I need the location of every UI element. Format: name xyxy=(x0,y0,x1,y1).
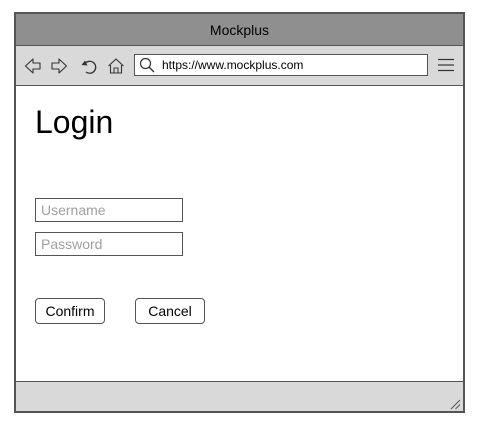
page-content: Login Confirm Cancel xyxy=(16,86,463,381)
address-bar[interactable]: https://www.mockplus.com xyxy=(134,54,428,76)
home-icon[interactable] xyxy=(107,57,125,75)
browser-window: Mockplus https://www.mockplus.com Login … xyxy=(14,12,465,413)
menu-icon[interactable] xyxy=(438,58,454,72)
forward-icon[interactable] xyxy=(50,57,68,75)
refresh-icon[interactable] xyxy=(80,57,98,75)
title-bar: Mockplus xyxy=(16,14,463,46)
username-input[interactable] xyxy=(35,198,183,222)
password-input[interactable] xyxy=(35,232,183,256)
browser-toolbar: https://www.mockplus.com xyxy=(16,46,463,86)
resize-grip-icon[interactable] xyxy=(449,397,461,410)
page-title: Login xyxy=(35,104,114,140)
back-icon[interactable] xyxy=(24,57,42,75)
url-text[interactable]: https://www.mockplus.com xyxy=(162,55,303,75)
cancel-button[interactable]: Cancel xyxy=(135,298,205,324)
search-icon xyxy=(139,57,155,73)
confirm-button[interactable]: Confirm xyxy=(35,298,105,324)
window-title: Mockplus xyxy=(209,21,270,38)
status-bar xyxy=(16,381,463,411)
